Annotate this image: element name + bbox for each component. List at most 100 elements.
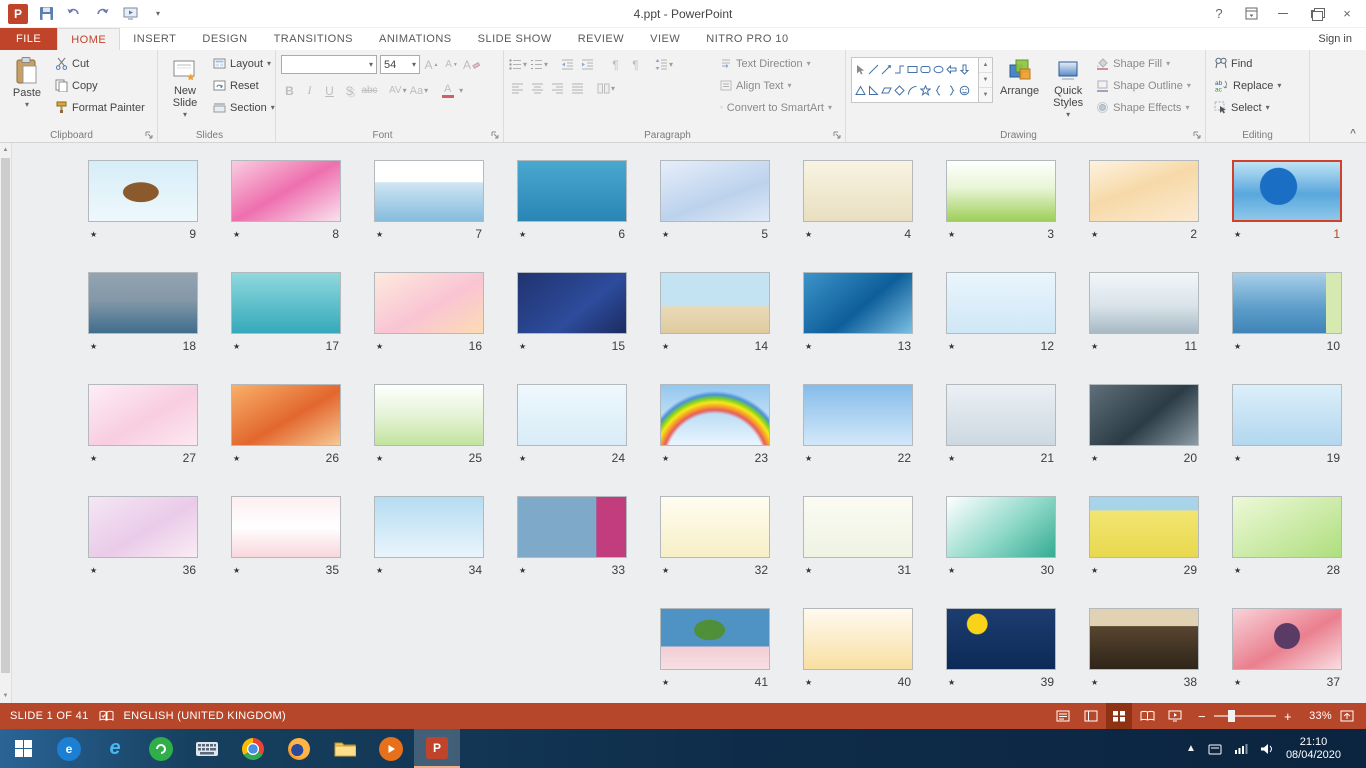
align-left-button[interactable] — [509, 79, 526, 98]
slide-thumbnail[interactable] — [946, 160, 1056, 222]
shape-left-arrow-icon[interactable] — [945, 63, 958, 76]
transition-star-icon[interactable]: ★ — [662, 678, 669, 687]
tab-view[interactable]: VIEW — [637, 28, 693, 50]
help-button[interactable]: ? — [1204, 3, 1234, 25]
shape-triangle-icon[interactable] — [854, 84, 867, 97]
chrome-icon[interactable] — [230, 729, 276, 768]
green-app-icon[interactable] — [138, 729, 184, 768]
slide-thumbnail[interactable] — [946, 496, 1056, 558]
transition-star-icon[interactable]: ★ — [1091, 454, 1098, 463]
transition-star-icon[interactable]: ★ — [1091, 678, 1098, 687]
slide-thumbnail[interactable] — [88, 496, 198, 558]
clipboard-dialog-launcher[interactable] — [144, 130, 154, 140]
slide-sorter-view-button[interactable] — [1106, 703, 1132, 729]
scroll-up-arrow[interactable]: ▲ — [0, 143, 11, 157]
transition-star-icon[interactable]: ★ — [376, 566, 383, 575]
tray-app-icon[interactable] — [1208, 743, 1222, 755]
select-button[interactable]: Select ▾ — [1211, 97, 1284, 118]
slide-thumbnail[interactable] — [231, 496, 341, 558]
change-case-button[interactable]: Aa▾ — [410, 81, 428, 100]
shape-rounded-rectangle-icon[interactable] — [919, 63, 932, 76]
transition-star-icon[interactable]: ★ — [233, 342, 240, 351]
slide-thumbnail[interactable] — [1089, 272, 1199, 334]
transition-star-icon[interactable]: ★ — [1091, 342, 1098, 351]
italic-button[interactable]: I — [301, 81, 318, 100]
slide-thumbnail[interactable] — [1232, 608, 1342, 670]
tab-review[interactable]: REVIEW — [565, 28, 637, 50]
shape-diamond-icon[interactable] — [893, 84, 906, 97]
slide-thumbnail[interactable] — [660, 272, 770, 334]
reset-button[interactable]: Reset — [210, 75, 278, 96]
new-slide-button[interactable]: New Slide ▾ — [163, 53, 207, 128]
convert-to-smartart-button[interactable]: Convert to SmartArt ▾ — [717, 97, 835, 118]
close-button[interactable]: × — [1332, 3, 1362, 25]
slide-thumbnail[interactable] — [517, 384, 627, 446]
right-to-left-text-button[interactable]: ¶ — [627, 55, 644, 74]
on-screen-keyboard-icon[interactable] — [184, 729, 230, 768]
transition-star-icon[interactable]: ★ — [1091, 566, 1098, 575]
firefox-icon[interactable] — [276, 729, 322, 768]
tab-home[interactable]: HOME — [57, 28, 120, 50]
shapes-gallery[interactable] — [851, 57, 979, 103]
taskbar-clock[interactable]: 21:10 08/04/2020 — [1286, 736, 1341, 762]
transition-star-icon[interactable]: ★ — [662, 454, 669, 463]
transition-star-icon[interactable]: ★ — [1234, 566, 1241, 575]
transition-star-icon[interactable]: ★ — [948, 678, 955, 687]
slide-thumbnail[interactable] — [231, 384, 341, 446]
transition-star-icon[interactable]: ★ — [233, 454, 240, 463]
gallery-scroll-down-button[interactable]: ▼ — [979, 73, 992, 88]
tray-show-hidden-icons[interactable]: ▲ — [1186, 743, 1196, 754]
shape-arc-icon[interactable] — [906, 84, 919, 97]
transition-star-icon[interactable]: ★ — [1234, 230, 1241, 239]
slide-thumbnail[interactable] — [803, 608, 913, 670]
transition-star-icon[interactable]: ★ — [805, 342, 812, 351]
quick-styles-button[interactable]: Quick Styles ▾ — [1046, 53, 1090, 128]
slide-thumbnail[interactable] — [517, 160, 627, 222]
transition-star-icon[interactable]: ★ — [1234, 454, 1241, 463]
format-painter-button[interactable]: Format Painter — [52, 97, 148, 118]
bold-button[interactable]: B — [281, 81, 298, 100]
powerpoint-taskbar-icon[interactable]: P — [414, 729, 460, 768]
section-button[interactable]: Section ▾ — [210, 97, 278, 118]
slide-thumbnail[interactable] — [1232, 272, 1342, 334]
text-direction-button[interactable]: Text Direction ▾ — [717, 53, 835, 74]
tab-transitions[interactable]: TRANSITIONS — [261, 28, 366, 50]
transition-star-icon[interactable]: ★ — [948, 230, 955, 239]
shape-right-brace-icon[interactable] — [945, 84, 958, 97]
internet-explorer-icon[interactable]: e — [92, 729, 138, 768]
transition-star-icon[interactable]: ★ — [376, 230, 383, 239]
fit-slide-to-window-button[interactable] — [1334, 703, 1360, 729]
slide-thumbnail[interactable] — [1089, 384, 1199, 446]
slide-thumbnail[interactable] — [660, 160, 770, 222]
align-text-button[interactable]: Align Text ▾ — [717, 75, 835, 96]
transition-star-icon[interactable]: ★ — [805, 454, 812, 463]
transition-star-icon[interactable]: ★ — [805, 230, 812, 239]
slide-thumbnail[interactable] — [374, 496, 484, 558]
zoom-in-button[interactable]: + — [1282, 709, 1294, 724]
shape-fill-button[interactable]: Shape Fill ▾ — [1093, 53, 1195, 74]
layout-button[interactable]: Layout ▾ — [210, 53, 278, 74]
start-slideshow-button[interactable] — [120, 4, 140, 24]
slide-thumbnail[interactable] — [803, 496, 913, 558]
ribbon-display-options-button[interactable] — [1236, 3, 1266, 25]
tab-insert[interactable]: INSERT — [120, 28, 189, 50]
zoom-out-button[interactable]: − — [1196, 709, 1208, 724]
decrease-indent-button[interactable] — [559, 55, 576, 74]
shape-right-triangle-icon[interactable] — [867, 84, 880, 97]
shape-left-brace-icon[interactable] — [932, 84, 945, 97]
paragraph-dialog-launcher[interactable] — [832, 130, 842, 140]
network-icon[interactable] — [1234, 743, 1248, 754]
decrease-font-size-button[interactable]: A▼ — [443, 55, 460, 74]
slide-counter[interactable]: SLIDE 1 OF 41 — [10, 710, 89, 722]
tab-nitro-pro-10[interactable]: NITRO PRO 10 — [693, 28, 801, 50]
sign-in-link[interactable]: Sign in — [1304, 28, 1366, 50]
undo-button[interactable] — [64, 4, 84, 24]
redo-button[interactable] — [92, 4, 112, 24]
reading-view-button[interactable] — [1134, 703, 1160, 729]
clear-formatting-button[interactable]: A — [463, 55, 480, 74]
slide-thumbnail[interactable] — [946, 608, 1056, 670]
transition-star-icon[interactable]: ★ — [90, 230, 97, 239]
columns-button[interactable]: ▾ — [597, 79, 615, 98]
drawing-dialog-launcher[interactable] — [1192, 130, 1202, 140]
slide-thumbnail[interactable] — [803, 272, 913, 334]
